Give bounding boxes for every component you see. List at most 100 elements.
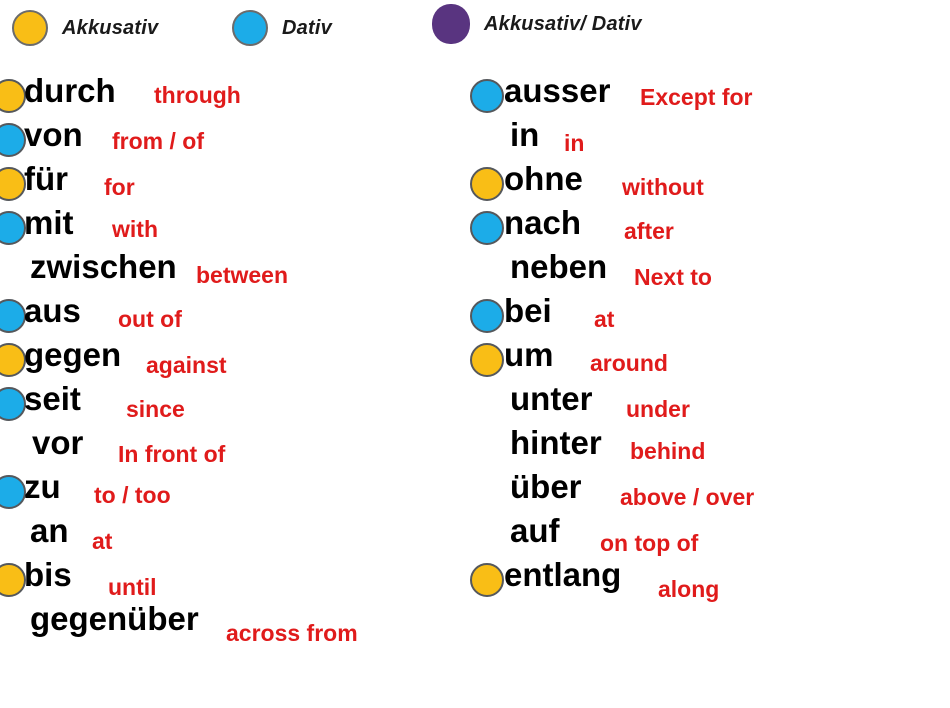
german-preposition: vor: [32, 424, 84, 461]
blue-circle-icon: [232, 10, 268, 46]
german-preposition: entlang: [504, 556, 622, 593]
preposition-row: zwischen between: [0, 250, 470, 294]
blue-circle-icon: [0, 211, 26, 245]
preposition-row: gegen against: [0, 338, 470, 382]
legend-label-akkusativ-dativ: Akkusativ/ Dativ: [484, 12, 642, 35]
preposition-row: bis until: [0, 558, 470, 602]
preposition-row: an at: [0, 514, 470, 558]
preposition-row: aus out of: [0, 294, 470, 338]
preposition-row: zu to / too: [0, 470, 470, 514]
english-translation: across from: [226, 620, 358, 646]
preposition-row: unter under: [466, 382, 950, 426]
english-translation: until: [108, 574, 157, 600]
preposition-row: nach after: [466, 206, 950, 250]
case-marker-slot: [466, 563, 506, 599]
blue-circle-icon: [470, 79, 504, 113]
case-marker-slot: [466, 79, 506, 115]
case-marker-slot: [466, 255, 506, 291]
english-translation: in: [564, 130, 585, 156]
yellow-circle-icon: [470, 167, 504, 201]
english-translation: at: [594, 306, 615, 332]
german-preposition: um: [504, 336, 554, 373]
english-translation: behind: [630, 438, 706, 464]
yellow-circle-icon: [0, 343, 26, 377]
german-preposition: bis: [24, 556, 72, 593]
blue-circle-icon: [0, 387, 26, 421]
german-preposition: in: [510, 116, 540, 153]
german-preposition: für: [24, 160, 68, 197]
german-preposition: durch: [24, 72, 116, 109]
german-preposition: ohne: [504, 160, 583, 197]
legend-label-dativ: Dativ: [282, 16, 332, 39]
blue-circle-icon: [470, 299, 504, 333]
preposition-row: entlang along: [466, 558, 950, 602]
english-translation: at: [92, 528, 113, 554]
case-marker-slot: [466, 167, 506, 203]
english-translation: after: [624, 218, 674, 244]
english-translation: for: [104, 174, 135, 200]
yellow-circle-icon: [0, 79, 26, 113]
preposition-row: hinter behind: [466, 426, 950, 470]
english-translation: on top of: [600, 530, 699, 556]
blue-circle-icon: [470, 211, 504, 245]
preposition-row: vor In front of: [0, 426, 470, 470]
english-translation: along: [658, 576, 720, 602]
german-preposition: seit: [24, 380, 81, 417]
german-preposition: ausser: [504, 72, 611, 109]
german-preposition: bei: [504, 292, 552, 329]
blue-circle-icon: [0, 299, 26, 333]
blue-circle-icon: [0, 123, 26, 157]
english-translation: through: [154, 82, 241, 108]
preposition-row: neben Next to: [466, 250, 950, 294]
english-translation: with: [112, 216, 158, 242]
case-marker-slot: [466, 299, 506, 335]
german-preposition: unter: [510, 380, 593, 417]
german-preposition: zwischen: [30, 248, 177, 285]
preposition-row: von from / of: [0, 118, 470, 162]
english-translation: since: [126, 396, 185, 422]
yellow-circle-icon: [470, 563, 504, 597]
german-preposition: mit: [24, 204, 74, 241]
case-marker-slot: [466, 519, 506, 555]
legend-item-dativ: Dativ: [232, 8, 332, 48]
german-preposition: von: [24, 116, 83, 153]
case-marker-slot: [466, 211, 506, 247]
english-translation: from / of: [112, 128, 204, 154]
yellow-circle-icon: [12, 10, 48, 46]
left-column: durch through von from / of für for mit with zwi…: [0, 74, 470, 646]
preposition-row: seit since: [0, 382, 470, 426]
preposition-row: bei at: [466, 294, 950, 338]
preposition-row: über above / over: [466, 470, 950, 514]
german-preposition: hinter: [510, 424, 602, 461]
german-preposition: gegen: [24, 336, 122, 373]
preposition-row: auf on top of: [466, 514, 950, 558]
preposition-row: ausser Except for: [466, 74, 950, 118]
german-preposition: aus: [24, 292, 81, 329]
preposition-row: ohne without: [466, 162, 950, 206]
english-translation: out of: [118, 306, 182, 332]
case-marker-slot: [466, 475, 506, 511]
english-translation: to / too: [94, 482, 171, 508]
german-preposition: nach: [504, 204, 582, 241]
right-column: ausser Except for in in ohne without nach after…: [466, 74, 950, 602]
english-translation: between: [196, 262, 289, 288]
english-translation: Except for: [640, 84, 753, 110]
german-preposition: über: [510, 468, 582, 505]
case-marker-slot: [466, 343, 506, 379]
prepositions-chart: Akkusativ Dativ Akkusativ/ Dativ durch th…: [0, 0, 950, 708]
preposition-row: für for: [0, 162, 470, 206]
english-translation: against: [146, 352, 227, 378]
preposition-row: durch through: [0, 74, 470, 118]
english-translation: around: [590, 350, 668, 376]
preposition-row: mit with: [0, 206, 470, 250]
purple-circle-icon: [432, 4, 470, 44]
english-translation: Next to: [634, 264, 712, 290]
german-preposition: auf: [510, 512, 560, 549]
german-preposition: gegenüber: [30, 600, 199, 637]
preposition-row: in in: [466, 118, 950, 162]
legend: Akkusativ Dativ Akkusativ/ Dativ: [0, 0, 950, 62]
english-translation: In front of: [118, 441, 226, 467]
preposition-row: um around: [466, 338, 950, 382]
english-translation: without: [622, 174, 704, 200]
case-marker-slot: [466, 387, 506, 423]
